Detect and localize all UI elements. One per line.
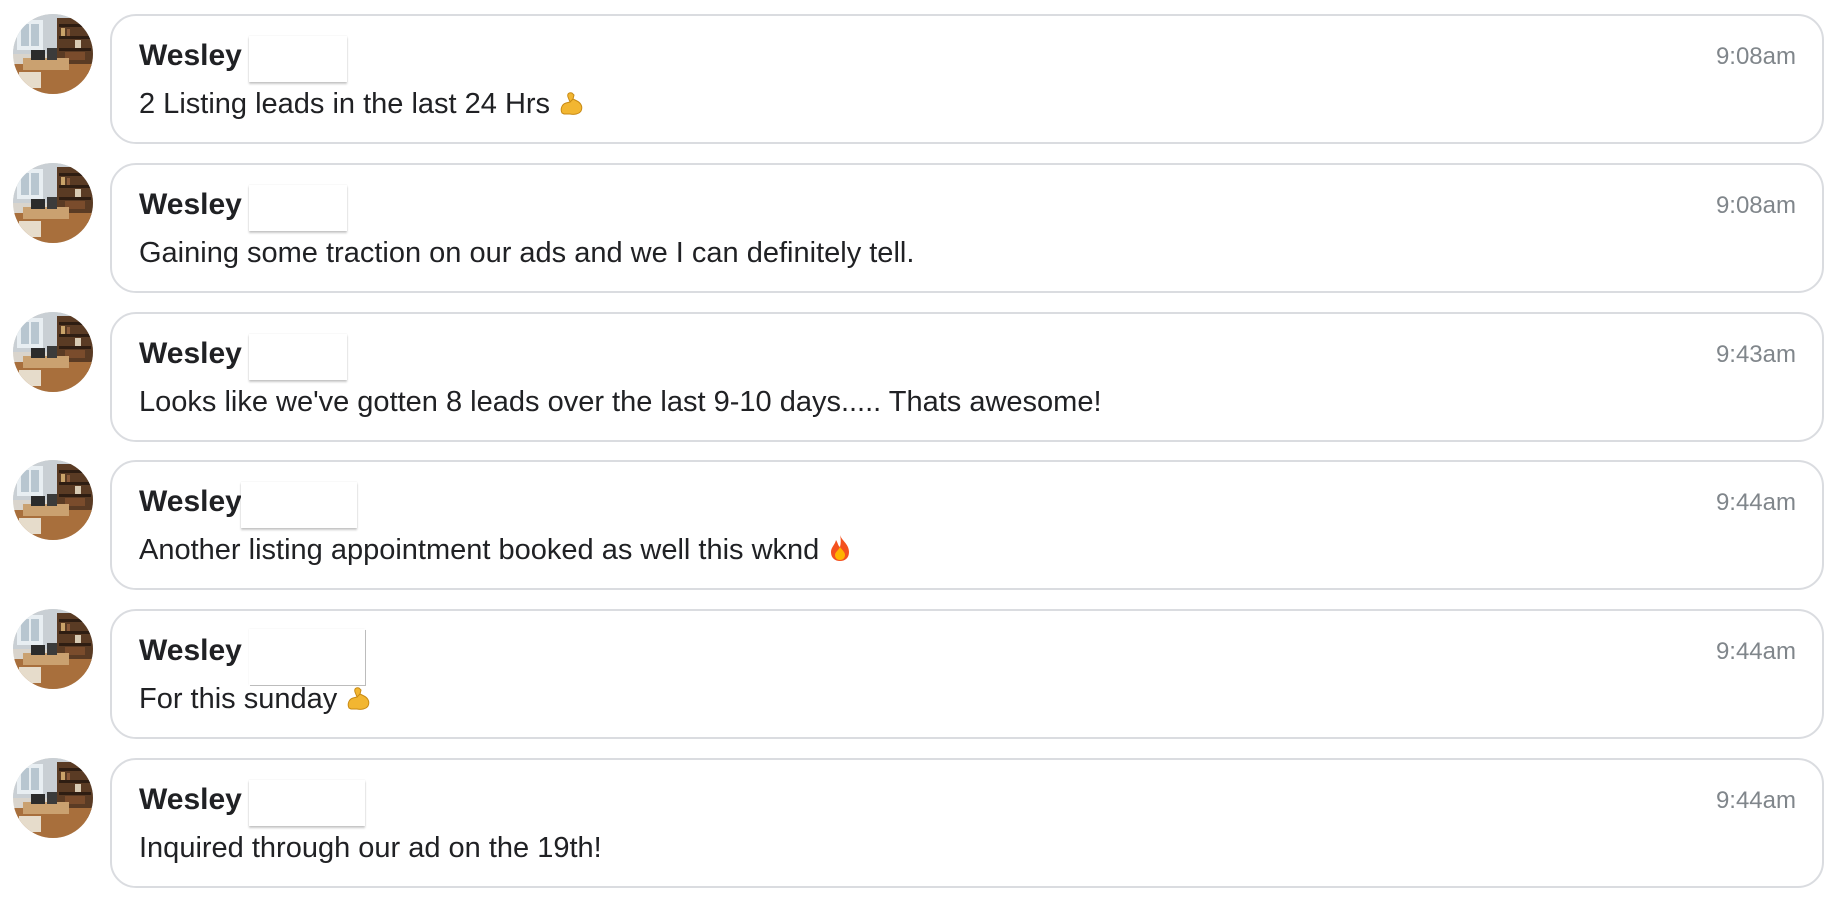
message-text: Inquired through our ad on the 19th! <box>139 832 602 864</box>
sender-name: Wesley <box>139 634 242 667</box>
message-text: Looks like we've gotten 8 leads over the… <box>139 386 1102 418</box>
message-timestamp: 9:44am <box>1715 787 1796 814</box>
message-bubble: Wesley 9:44am Another listing appointmen… <box>110 460 1824 590</box>
message-item: Wesley 9:08am Gaining some traction on o… <box>0 163 1836 295</box>
message-item: Wesley 9:44am For this sunday <box>0 609 1836 741</box>
redacted-surname-box <box>241 482 357 528</box>
avatar[interactable] <box>13 163 93 243</box>
message-item: Wesley 9:44am Another listing appointmen… <box>0 460 1836 592</box>
message-timestamp: 9:44am <box>1715 489 1796 516</box>
sender-name: Wesley <box>139 485 242 518</box>
message-bubble: Wesley 9:44am For this sunday <box>110 609 1824 739</box>
flexed-biceps-icon <box>343 682 373 712</box>
sender-name: Wesley <box>139 337 242 370</box>
message-timestamp: 9:08am <box>1715 43 1796 70</box>
message-text-line: 2 Listing leads in the last 24 Hrs <box>139 86 586 122</box>
message-text: Another listing appointment booked as we… <box>139 534 820 566</box>
sender-name: Wesley <box>139 783 242 816</box>
avatar[interactable] <box>13 609 93 689</box>
message-bubble: Wesley 9:44am Inquired through our ad on… <box>110 758 1824 888</box>
message-timestamp: 9:08am <box>1715 192 1796 219</box>
redacted-surname-box <box>249 36 347 82</box>
avatar[interactable] <box>13 14 93 94</box>
flexed-biceps-icon <box>556 87 586 117</box>
message-timestamp: 9:43am <box>1715 341 1796 368</box>
redacted-surname-box <box>249 334 347 380</box>
message-text: 2 Listing leads in the last 24 Hrs <box>139 88 551 120</box>
sender-name: Wesley <box>139 39 242 72</box>
message-text-line: Gaining some traction on our ads and we … <box>139 235 914 271</box>
message-text-line: Looks like we've gotten 8 leads over the… <box>139 384 1102 420</box>
avatar[interactable] <box>13 460 93 540</box>
message-text-line: Inquired through our ad on the 19th! <box>139 830 602 866</box>
message-item: Wesley 9:44am Inquired through our ad on… <box>0 758 1836 890</box>
message-item: Wesley 9:43am Looks like we've gotten 8 … <box>0 312 1836 444</box>
message-bubble: Wesley 9:08am 2 Listing leads in the las… <box>110 14 1824 144</box>
redacted-surname-box <box>249 185 347 231</box>
message-item: Wesley 9:08am 2 Listing leads in the las… <box>0 14 1836 146</box>
fire-icon <box>825 533 855 563</box>
sender-name: Wesley <box>139 188 242 221</box>
message-text: Gaining some traction on our ads and we … <box>139 237 915 269</box>
message-timestamp: 9:44am <box>1715 638 1796 665</box>
avatar[interactable] <box>13 758 93 838</box>
message-text-line: Another listing appointment booked as we… <box>139 532 855 568</box>
avatar[interactable] <box>13 312 93 392</box>
message-bubble: Wesley 9:08am Gaining some traction on o… <box>110 163 1824 293</box>
message-text: For this sunday <box>139 683 338 715</box>
message-bubble: Wesley 9:43am Looks like we've gotten 8 … <box>110 312 1824 442</box>
redacted-surname-box <box>249 629 365 685</box>
message-text-line: For this sunday <box>139 681 373 717</box>
redacted-surname-box <box>249 780 365 826</box>
